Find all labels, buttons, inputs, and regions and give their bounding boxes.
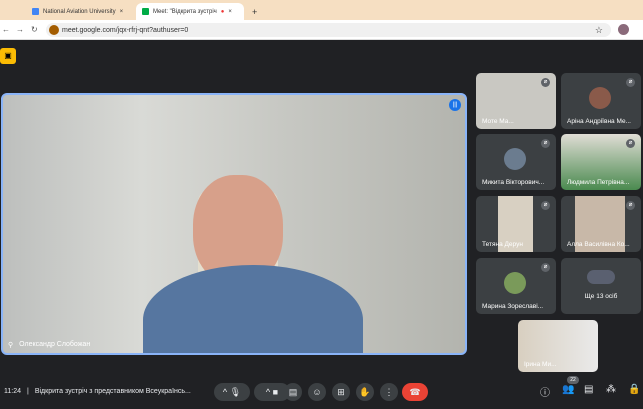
participant-tile[interactable]: ⌀ Людмила Петрівна... [561,134,641,190]
pin-icon[interactable]: ⚲ [8,341,13,349]
tab-title: Meet: "Відкрита зустріч [153,9,217,15]
mic-off-icon: ⌀ [541,263,550,272]
close-icon[interactable]: × [120,9,124,15]
present-button[interactable]: ⊞ [332,383,350,401]
hand-icon: ✋ [359,387,370,397]
url-input[interactable]: meet.google.com/jqx-rfrj-qnt?authuser=0 ☆ [46,23,611,37]
participant-tile[interactable]: ⌀ Микита Вікторович... [476,134,556,190]
host-controls-icon[interactable]: ▣ [0,48,16,64]
participant-name: Марина Зореславі... [482,303,543,310]
people-icon[interactable]: 👥 [562,384,574,395]
captions-button[interactable]: ▤ [284,383,302,401]
raise-hand-button[interactable]: ✋ [356,383,374,401]
meeting-details: 11:24 | Відкрита зустріч з представником В… [4,388,191,395]
meet-favicon-icon [142,8,149,15]
mic-icon: ^ 🎙 [223,387,241,397]
speaker-name: Олександр Слобожан [19,341,90,349]
lock-icon[interactable]: 🔒 [628,384,640,395]
participant-name: Алла Василівна Ко... [567,241,630,248]
mic-off-icon: ⌀ [626,139,635,148]
avatar [504,148,526,170]
meeting-toolbar: 11:24 | Відкрита зустріч з представником В… [0,375,643,409]
mic-off-icon: ⌀ [541,139,550,148]
participant-tile[interactable]: ⌀ Марина Зореславі... [476,258,556,314]
tab-nau[interactable]: National Aviation University × [26,3,129,20]
speaker-label: ⚲ Олександр Слобожан [8,341,90,349]
present-icon: ⊞ [337,387,345,397]
avatar-stack [587,270,615,284]
main-video: ||| ⚲ Олександр Слобожан [1,93,467,355]
speaker-video [143,175,363,355]
back-icon[interactable]: ← [2,25,10,34]
separator: | [27,388,29,395]
more-vert-icon: ⋮ [385,387,394,397]
recording-icon: ● [221,9,225,15]
captions-icon: ▤ [289,387,298,397]
activities-icon[interactable]: ⁂ [606,384,616,395]
site-info-icon[interactable] [49,25,59,35]
more-count-label: Ще 13 осіб [561,293,641,300]
avatar [504,272,526,294]
bookmark-star-icon[interactable]: ☆ [595,25,603,36]
tab-bar: National Aviation University × Meet: "Від… [0,0,643,20]
info-icon[interactable]: ⓘ [540,384,550,399]
more-participants-tile[interactable]: Ще 13 осіб [561,258,641,314]
camera-icon: ^ ■ [266,387,278,397]
profile-avatar[interactable] [618,24,629,35]
mic-off-icon: ⌀ [541,201,550,210]
forward-icon[interactable]: → [16,25,24,34]
new-tab-button[interactable]: + [246,3,263,20]
reactions-button[interactable]: ☺ [308,383,326,401]
end-call-icon: ☎ [409,387,420,397]
favicon-icon [32,8,39,15]
participant-count-badge: 22 [567,376,579,384]
participant-name: Аріна Андріївна Ме... [567,118,631,125]
url-text: meet.google.com/jqx-rfrj-qnt?authuser=0 [62,27,188,34]
participant-name: Ірина Ми... [524,361,557,368]
avatar [589,87,611,109]
tab-title: National Aviation University [43,9,116,15]
speaking-indicator-icon: ||| [449,99,461,111]
emoji-icon: ☺ [312,387,321,397]
leave-call-button[interactable]: ☎ [402,383,428,401]
participant-name: Моте Ма... [482,118,514,125]
mic-button[interactable]: ^ 🎙 [214,383,250,401]
reload-icon[interactable]: ↻ [31,25,38,34]
participant-name: Микита Вікторович... [482,179,544,186]
participant-tile[interactable]: ⌀ Моте Ма... [476,73,556,129]
mic-off-icon: ⌀ [626,201,635,210]
address-bar-row: ← → ↻ meet.google.com/jqx-rfrj-qnt?authu… [0,20,643,40]
participant-name: Людмила Петрівна... [567,179,629,186]
close-icon[interactable]: × [228,9,232,15]
mic-off-icon: ⌀ [626,78,635,87]
participant-tile[interactable]: ⌀ Аріна Андріївна Ме... [561,73,641,129]
tab-meet[interactable]: Meet: "Відкрита зустріч ●× [136,3,244,20]
participant-name: Тетяна Дерун [482,241,523,248]
clock: 11:24 [4,388,21,395]
participant-tile[interactable]: ⌀ Алла Василівна Ко... [561,196,641,252]
participant-tile[interactable]: Ірина Ми... [518,320,598,372]
more-options-button[interactable]: ⋮ [380,383,398,401]
chat-icon[interactable]: ▤ [584,384,593,395]
mic-off-icon: ⌀ [541,78,550,87]
participant-tile[interactable]: ⌀ Тетяна Дерун [476,196,556,252]
meeting-title: Відкрита зустріч з представником Всеукра… [35,388,191,395]
